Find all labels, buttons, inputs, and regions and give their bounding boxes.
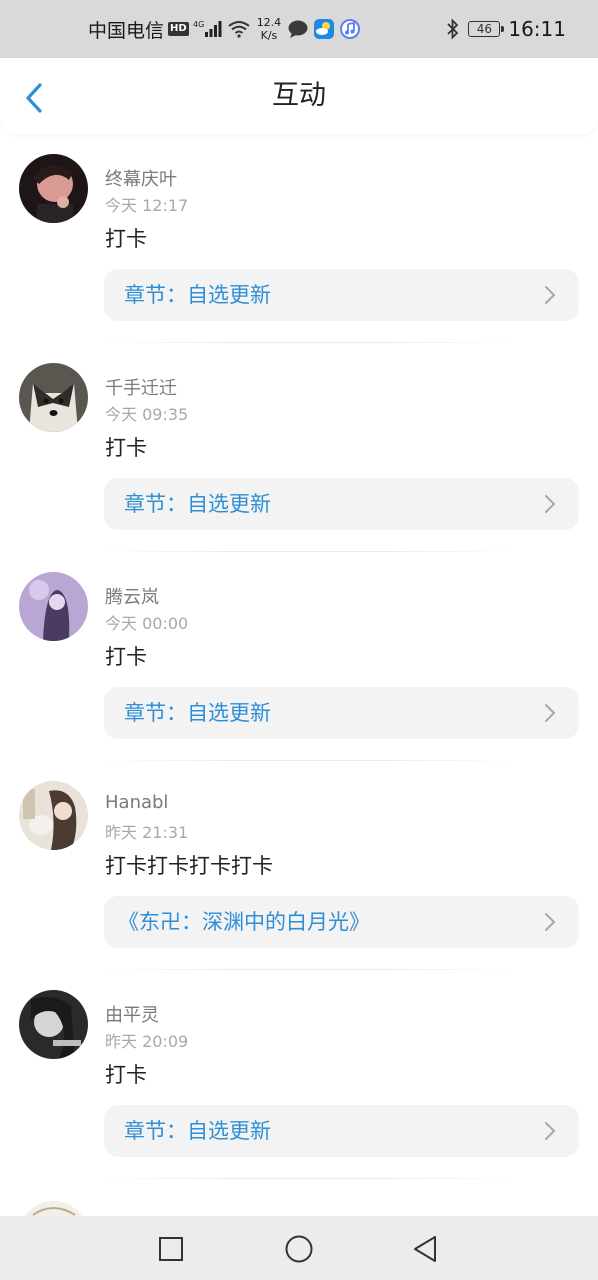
status-bar: 中国电信 HD 4G 12.4 K/s 46 16:11 — [0, 0, 598, 58]
battery-level: 46 — [476, 22, 492, 36]
comment-text: 打卡打卡打卡打卡 — [105, 854, 273, 878]
reference-card[interactable]: 章节：自选更新 — [104, 269, 579, 321]
system-nav-bar — [0, 1216, 598, 1280]
interaction-feed: 终幕庆叶 今天 12:17 打卡 章节：自选更新 千手迁迁 今天 09:35 打… — [0, 134, 598, 1216]
username[interactable]: Hanabl — [105, 792, 168, 813]
recent-apps-icon — [159, 1237, 183, 1261]
speed-unit: K/s — [260, 29, 278, 42]
svg-text:4G: 4G — [193, 20, 204, 29]
nav-back-button[interactable] — [410, 1234, 440, 1264]
chevron-right-icon — [545, 704, 556, 722]
reference-card[interactable]: 章节：自选更新 — [104, 1105, 579, 1157]
hd-icon: HD — [168, 22, 189, 36]
app-header: 互动 — [0, 58, 598, 134]
list-item: 终幕庆叶 今天 12:17 打卡 章节：自选更新 — [0, 134, 598, 343]
chevron-right-icon — [545, 286, 556, 304]
avatar[interactable] — [19, 1201, 88, 1216]
chat-bubble-icon — [287, 19, 309, 39]
reference-card[interactable]: 章节：自选更新 — [104, 478, 579, 530]
reference-card[interactable]: 《东卍：深渊中的白月光》 — [104, 896, 579, 948]
avatar[interactable] — [19, 154, 88, 223]
status-bar-left: 中国电信 HD 4G 12.4 K/s — [88, 0, 361, 58]
list-item: 由平灵 昨天 20:09 打卡 章节：自选更新 — [0, 970, 598, 1179]
weather-icon — [313, 18, 335, 40]
bluetooth-icon — [446, 18, 460, 40]
reference-text: 《东卍：深渊中的白月光》 — [118, 910, 370, 934]
comment-text: 打卡 — [105, 1063, 147, 1087]
reference-text: 章节：自选更新 — [124, 283, 271, 307]
clock: 16:11 — [508, 17, 566, 41]
network-speed: 12.4 K/s — [257, 16, 282, 42]
chevron-right-icon — [545, 495, 556, 513]
home-icon — [285, 1235, 313, 1263]
home-button[interactable] — [284, 1234, 314, 1264]
timestamp: 昨天 21:31 — [105, 823, 189, 842]
page-title: 互动 — [272, 80, 326, 111]
speed-value: 12.4 — [256, 16, 282, 29]
back-icon — [414, 1236, 436, 1262]
list-item: 腾云岚 今天 00:00 打卡 章节：自选更新 — [0, 552, 598, 761]
list-item: Hanabl 昨天 21:31 打卡打卡打卡打卡 《东卍：深渊中的白月光》 — [0, 761, 598, 970]
timestamp: 昨天 20:09 — [105, 1032, 189, 1051]
carrier-name: 中国电信 — [88, 19, 165, 42]
chevron-right-icon — [545, 913, 556, 931]
timestamp: 今天 09:35 — [105, 405, 189, 424]
divider — [98, 1178, 518, 1179]
recent-apps-button[interactable] — [156, 1234, 186, 1264]
comment-text: 打卡 — [105, 227, 147, 251]
avatar[interactable] — [19, 781, 88, 850]
reference-text: 章节：自选更新 — [124, 1119, 271, 1143]
username[interactable]: 千手迁迁 — [105, 374, 177, 400]
music-icon — [339, 18, 361, 40]
comment-text: 打卡 — [105, 436, 147, 460]
username[interactable]: 终幕庆叶 — [105, 165, 177, 191]
timestamp: 今天 12:17 — [105, 196, 189, 215]
chevron-right-icon — [545, 1122, 556, 1140]
username[interactable]: 由平灵 — [105, 1001, 159, 1027]
reference-card[interactable]: 章节：自选更新 — [104, 687, 579, 739]
signal-icon: 4G — [193, 19, 223, 39]
status-bar-right: 46 16:11 — [446, 0, 566, 58]
avatar[interactable] — [19, 990, 88, 1059]
comment-text: 打卡 — [105, 645, 147, 669]
reference-text: 章节：自选更新 — [124, 701, 271, 725]
avatar[interactable] — [19, 572, 88, 641]
username[interactable]: 腾云岚 — [105, 583, 159, 609]
avatar[interactable] — [19, 363, 88, 432]
battery-icon: 46 — [468, 21, 505, 37]
list-item: 千手迁迁 今天 09:35 打卡 章节：自选更新 — [0, 343, 598, 552]
timestamp: 今天 00:00 — [105, 614, 189, 633]
wifi-icon — [227, 20, 251, 38]
reference-text: 章节：自选更新 — [124, 492, 271, 516]
